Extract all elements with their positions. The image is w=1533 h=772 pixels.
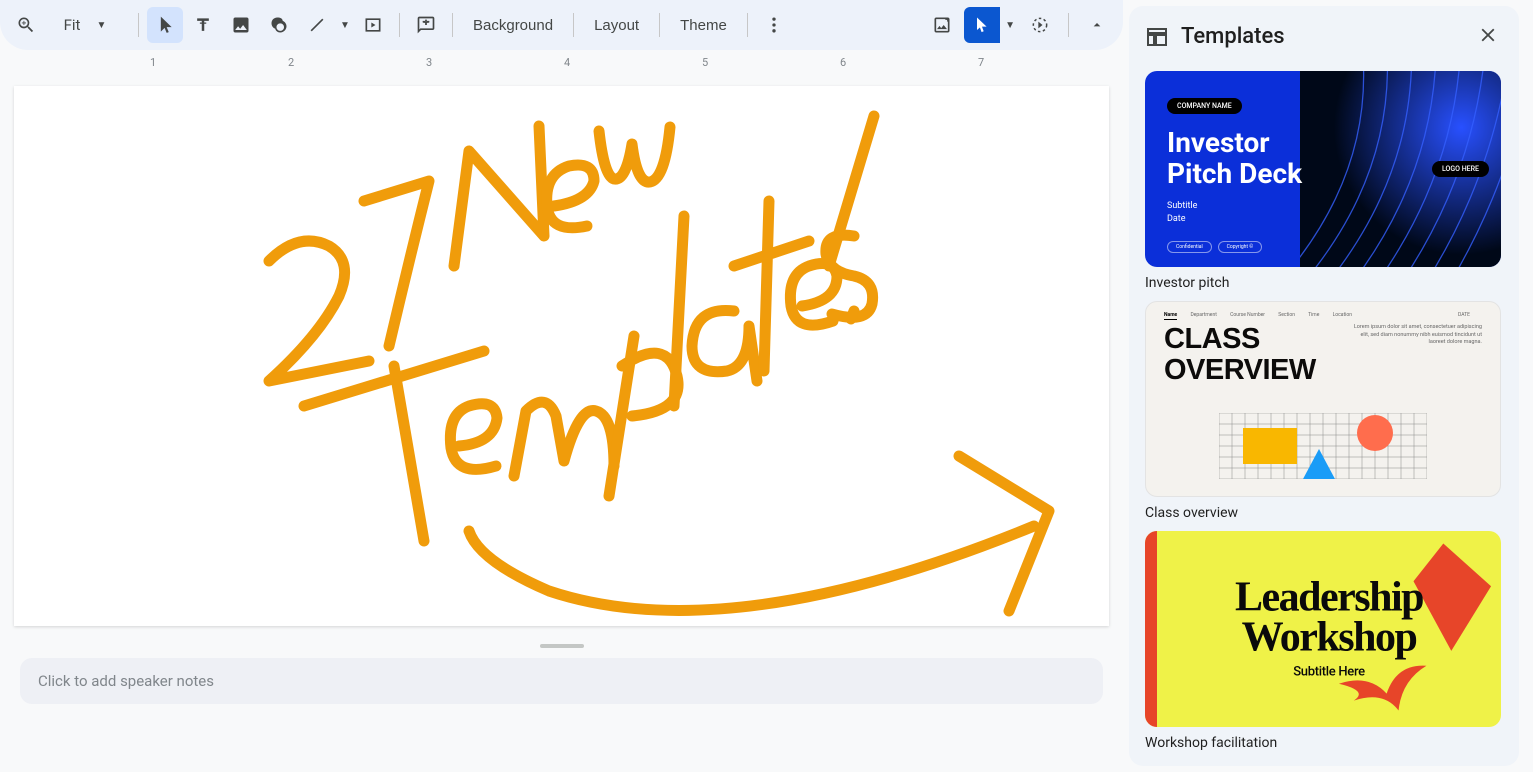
toolbar-right: ▼ bbox=[924, 7, 1115, 43]
line-tool-dropdown[interactable]: ▼ bbox=[335, 7, 353, 43]
slide[interactable] bbox=[14, 86, 1109, 626]
separator bbox=[1068, 13, 1069, 37]
separator bbox=[659, 13, 660, 37]
pen-tool-dropdown[interactable]: ▼ bbox=[1000, 7, 1018, 43]
background-button[interactable]: Background bbox=[461, 7, 565, 43]
ruler-mark: 2 bbox=[288, 56, 294, 69]
notes-resize-handle[interactable] bbox=[540, 644, 584, 648]
zoom-in-button[interactable] bbox=[8, 7, 44, 43]
template-subtitle: Subtitle Here bbox=[1157, 664, 1501, 679]
mask-tool-group: ▼ bbox=[964, 7, 1018, 43]
insert-image-button[interactable] bbox=[924, 7, 960, 43]
ruler-mark: 4 bbox=[564, 56, 570, 69]
template-title: Investor Pitch Deck bbox=[1167, 128, 1341, 190]
layout-button[interactable]: Layout bbox=[582, 7, 651, 43]
template-thumb-workshop[interactable]: Leadership Workshop Subtitle Here bbox=[1145, 531, 1501, 727]
template-title: Leadership Workshop bbox=[1157, 579, 1501, 659]
company-pill: COMPANY NAME bbox=[1167, 98, 1242, 114]
panel-title: Templates bbox=[1181, 24, 1461, 49]
close-panel-button[interactable] bbox=[1473, 20, 1503, 53]
separator bbox=[138, 13, 139, 37]
comment-tool[interactable] bbox=[408, 7, 444, 43]
collapse-toolbar-button[interactable] bbox=[1079, 7, 1115, 43]
templates-icon bbox=[1145, 25, 1169, 49]
template-lorem: Lorem ipsum dolor sit amet, consectetuer… bbox=[1352, 324, 1482, 387]
close-icon bbox=[1477, 24, 1499, 46]
templates-list[interactable]: COMPANY NAME Investor Pitch Deck Subtitl… bbox=[1145, 71, 1503, 752]
ruler-mark: 3 bbox=[426, 56, 432, 69]
svg-text:T: T bbox=[200, 21, 207, 33]
template-card-investor: COMPANY NAME Investor Pitch Deck Subtitl… bbox=[1145, 71, 1501, 291]
ruler-mark: 7 bbox=[978, 56, 984, 69]
main-area: Fit ▼ T ▼ bbox=[0, 0, 1123, 772]
ruler-mark: 5 bbox=[702, 56, 708, 69]
separator bbox=[747, 13, 748, 37]
caret-down-icon: ▼ bbox=[1005, 20, 1015, 31]
theme-button[interactable]: Theme bbox=[668, 7, 739, 43]
template-label: Workshop facilitation bbox=[1145, 735, 1501, 751]
panel-header: Templates bbox=[1145, 20, 1503, 53]
caret-down-icon: ▼ bbox=[340, 20, 350, 31]
caret-down-icon: ▼ bbox=[96, 20, 106, 31]
motion-button[interactable] bbox=[1022, 7, 1058, 43]
select-tool[interactable] bbox=[147, 7, 183, 43]
template-thumb-investor[interactable]: COMPANY NAME Investor Pitch Deck Subtitl… bbox=[1145, 71, 1501, 267]
speaker-notes[interactable]: Click to add speaker notes bbox=[20, 658, 1103, 704]
ruler-mark: 1 bbox=[150, 56, 156, 69]
line-tool-group: ▼ bbox=[299, 7, 353, 43]
logo-pill: LOGO HERE bbox=[1432, 161, 1489, 177]
line-tool[interactable] bbox=[299, 7, 335, 43]
templates-panel: Templates COMPANY NAME bbox=[1129, 6, 1519, 766]
template-card-workshop: Leadership Workshop Subtitle Here Worksh… bbox=[1145, 531, 1501, 751]
pen-tool[interactable] bbox=[964, 7, 1000, 43]
separator bbox=[399, 13, 400, 37]
more-tools-button[interactable] bbox=[756, 7, 792, 43]
text-box-tool[interactable]: T bbox=[185, 7, 221, 43]
template-label: Investor pitch bbox=[1145, 275, 1501, 291]
ruler-mark: 6 bbox=[840, 56, 846, 69]
template-title: CLASS OVERVIEW bbox=[1164, 324, 1316, 387]
zoom-controls: Fit ▼ bbox=[8, 7, 124, 43]
canvas-area: Click to add speaker notes bbox=[0, 76, 1123, 772]
toolbar: Fit ▼ T ▼ bbox=[0, 0, 1123, 50]
shapes-grid bbox=[1219, 413, 1427, 479]
template-label: Class overview bbox=[1145, 505, 1501, 521]
template-tabs: Name Department Course Number Section Ti… bbox=[1164, 302, 1482, 322]
separator bbox=[452, 13, 453, 37]
image-tool[interactable] bbox=[223, 7, 259, 43]
template-card-class: Name Department Course Number Section Ti… bbox=[1145, 301, 1501, 521]
template-thumb-class[interactable]: Name Department Course Number Section Ti… bbox=[1145, 301, 1501, 497]
zoom-select[interactable]: Fit ▼ bbox=[46, 7, 124, 43]
template-subtitle: Subtitle Date bbox=[1167, 200, 1341, 227]
slide-handwriting bbox=[14, 86, 1109, 626]
ruler: 1 2 3 4 5 6 7 bbox=[0, 54, 1123, 76]
zoom-label: Fit bbox=[64, 16, 81, 34]
separator bbox=[573, 13, 574, 37]
video-tool[interactable] bbox=[355, 7, 391, 43]
shape-tool[interactable] bbox=[261, 7, 297, 43]
